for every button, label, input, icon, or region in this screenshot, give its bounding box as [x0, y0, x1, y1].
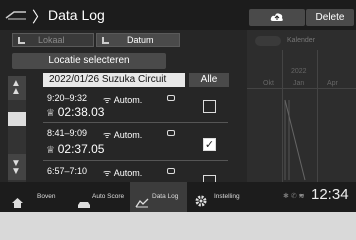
tab-lokaal-label: Lokaal	[38, 35, 65, 45]
status-icons: ✱ ✆ ≋	[283, 192, 305, 200]
laurel-icon: ♕	[46, 145, 58, 156]
clock: 12:34	[311, 186, 349, 203]
entry-duration-value: 02:37.05	[57, 142, 105, 156]
entry-mode: ᯤ Autom.	[103, 93, 142, 106]
laurel-icon: ♕	[46, 108, 58, 119]
tab-lokaal[interactable]: Lokaal	[12, 33, 94, 47]
select-all-button[interactable]: Alle	[189, 73, 229, 87]
calendar-graph: Kalender 2022 Okt Jan Apr	[247, 30, 356, 182]
top-bar: 〉 Data Log Delete	[0, 0, 356, 30]
nav-item-data-log[interactable]: Data Log	[130, 182, 187, 212]
entry-mode-label: Autom.	[113, 95, 143, 105]
nav-item-instelling[interactable]: Instelling	[190, 182, 260, 212]
entry-duration: ♕ 02:37.05	[46, 142, 104, 156]
tab-datum[interactable]: Datum	[96, 33, 180, 47]
nav-label: Auto Score	[92, 193, 125, 200]
entry-mode-label: Autom.	[113, 130, 143, 140]
back-button[interactable]: 〉	[32, 6, 47, 27]
wifi-icon: ≋	[298, 193, 305, 200]
entry-mode: ᯤ Autom.	[103, 166, 142, 179]
tab-datum-label: Datum	[127, 35, 154, 45]
corner-icon	[18, 37, 25, 44]
session-header: 2022/01/26 Suzuka Circuit	[43, 73, 185, 87]
corner-icon	[102, 37, 109, 44]
scroll-bar[interactable]: ▲ ▲ ▼ ▼	[8, 76, 26, 182]
divider	[43, 160, 228, 161]
signal-icon: ᯤ	[103, 130, 114, 140]
entry-time: 8:41–9:09	[47, 128, 88, 138]
brand-logo	[4, 8, 28, 22]
graph-plot	[284, 99, 306, 181]
bluetooth-icon: ✱	[283, 193, 289, 200]
screen: 〉 Data Log Delete Lokaal Datum Locatie s…	[0, 0, 356, 212]
arrow-up-icon: ▲	[11, 86, 21, 97]
nav-item-auto-score[interactable]: Auto Score	[72, 182, 128, 212]
locatie-button[interactable]: Locatie selecteren	[12, 53, 166, 69]
entry-duration-value: 02:38.03	[57, 105, 105, 119]
arrow-down-icon: ▼	[11, 166, 21, 177]
datalog-icon	[135, 192, 149, 212]
cloud-upload-icon	[270, 13, 284, 25]
check-icon: ✓	[204, 139, 215, 151]
signal-icon: ᯤ	[103, 95, 114, 105]
scroll-up-button[interactable]: ▲ ▲	[8, 76, 26, 100]
scroll-thumb[interactable]	[8, 112, 26, 126]
gear-icon	[195, 191, 207, 212]
home-icon	[12, 192, 23, 212]
signal-icon: ᯤ	[103, 168, 114, 178]
entry-mode: ᯤ Autom.	[103, 128, 142, 141]
car-icon	[167, 168, 175, 174]
entry-duration: ♕ 02:38.03	[46, 105, 104, 119]
entry-time: 6:57–7:10	[47, 166, 88, 176]
phone-icon: ✆	[290, 193, 297, 200]
car-icon	[167, 130, 175, 136]
nav-label: Boven	[37, 193, 56, 200]
nav-item-boven[interactable]: Boven	[0, 182, 72, 212]
entry-checkbox[interactable]: ✓	[203, 138, 216, 151]
divider	[43, 122, 228, 123]
entry-checkbox[interactable]	[203, 175, 216, 182]
page-title: Data Log	[48, 7, 105, 23]
delete-button[interactable]: Delete	[306, 9, 354, 26]
upload-button[interactable]	[249, 9, 305, 26]
entry-checkbox[interactable]	[203, 100, 216, 113]
car-icon	[167, 95, 175, 101]
entry-mode-label: Autom.	[113, 168, 143, 178]
scroll-down-button[interactable]: ▼ ▼	[8, 154, 26, 180]
nav-label: Data Log	[152, 193, 179, 200]
car-icon	[77, 193, 91, 212]
entry-time: 9:20–9:32	[47, 93, 88, 103]
nav-label: Instelling	[214, 193, 240, 200]
